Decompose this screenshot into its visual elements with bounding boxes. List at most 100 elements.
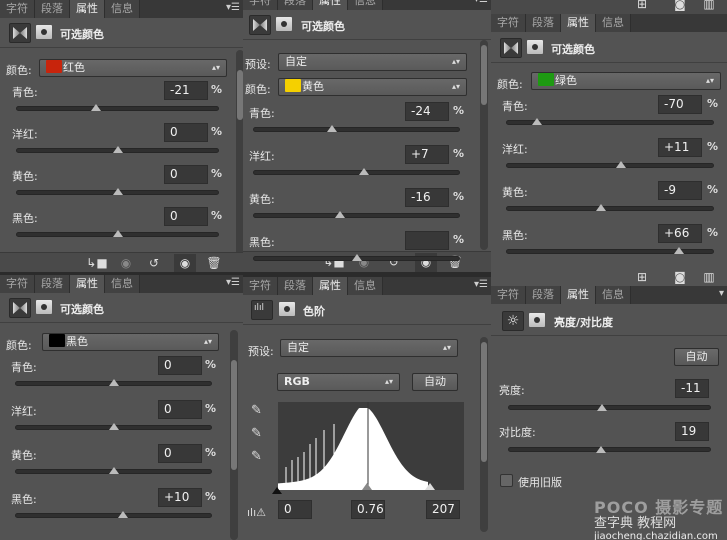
yellow-value-field[interactable]: -16 [405, 188, 449, 207]
magenta-slider-thumb[interactable] [108, 423, 119, 430]
clip-to-layer-icon[interactable]: ↳■ [86, 256, 108, 270]
mask-icon[interactable]: ◙ [669, 0, 691, 11]
black-value-field[interactable]: 0 [164, 207, 208, 226]
input-gamma-field[interactable]: 0.76 [351, 500, 385, 519]
tab-paragraph[interactable]: 段落 [278, 277, 313, 295]
trash-icon[interactable]: ▥ [698, 0, 720, 11]
layer-mask-icon[interactable] [527, 40, 543, 54]
yellow-value-field[interactable]: -9 [658, 181, 702, 200]
black-value-field[interactable]: +66 [658, 224, 702, 243]
cyan-value-field[interactable]: -24 [405, 102, 449, 121]
mask-icon[interactable]: ◙ [669, 270, 691, 284]
magenta-value-field[interactable]: 0 [164, 123, 208, 142]
magenta-slider[interactable] [253, 170, 460, 175]
layer-mask-icon[interactable] [36, 25, 52, 39]
new-layer-icon[interactable]: ⊞ [631, 270, 653, 284]
preset-select[interactable]: 自定 ▴▾ [280, 339, 458, 357]
tab-character[interactable]: 字符 [243, 277, 278, 295]
selective-color-icon[interactable] [9, 23, 31, 43]
selective-color-icon[interactable] [500, 38, 522, 58]
channel-select[interactable]: RGB ▴▾ [277, 373, 400, 391]
tab-info[interactable]: 信息 [105, 0, 140, 18]
scrollbar[interactable] [480, 40, 488, 250]
layer-mask-icon[interactable] [276, 17, 292, 31]
yellow-slider-thumb[interactable] [334, 211, 345, 218]
yellow-slider-thumb[interactable] [112, 188, 123, 195]
gamma-input-slider[interactable] [362, 483, 372, 490]
black-value-field[interactable] [405, 231, 449, 250]
tab-character[interactable]: 字符 [243, 0, 278, 10]
clipping-warning-icon[interactable]: ılı⚠ [247, 506, 266, 519]
cyan-slider[interactable] [16, 106, 219, 111]
trash-icon[interactable]: ▥ [698, 270, 720, 284]
contrast-slider[interactable] [508, 447, 711, 452]
layer-mask-icon[interactable] [36, 300, 52, 314]
tab-character[interactable]: 字符 [491, 14, 526, 32]
black-value-field[interactable]: +10 [158, 488, 202, 507]
cyan-value-field[interactable]: 0 [158, 356, 202, 375]
panel-menu-icon[interactable]: ▾☰ [474, 279, 488, 290]
tab-info[interactable]: 信息 [596, 14, 631, 32]
white-input-slider[interactable] [425, 483, 435, 490]
preset-select[interactable]: 自定 ▴▾ [278, 53, 467, 71]
yellow-slider[interactable] [253, 213, 460, 218]
black-slider-thumb[interactable] [112, 230, 123, 237]
levels-icon[interactable]: ılıl [251, 300, 273, 320]
yellow-slider-thumb[interactable] [108, 467, 119, 474]
tab-character[interactable]: 字符 [0, 0, 35, 18]
cyan-slider-thumb[interactable] [108, 379, 119, 386]
black-slider-thumb[interactable] [673, 247, 684, 254]
magenta-value-field[interactable]: +11 [658, 138, 702, 157]
auto-button[interactable]: 自动 [412, 373, 458, 391]
color-select[interactable]: 黑色 ▴▾ [42, 333, 219, 351]
yellow-value-field[interactable]: 0 [158, 444, 202, 463]
scrollbar[interactable] [236, 50, 243, 260]
panel-menu-icon[interactable]: ▾☰ [226, 2, 240, 13]
tab-properties[interactable]: 属性 [313, 0, 348, 10]
tab-properties[interactable]: 属性 [313, 277, 348, 295]
tab-info[interactable]: 信息 [596, 286, 631, 304]
contrast-slider-thumb[interactable] [596, 446, 607, 453]
panel-menu-icon[interactable]: ▾ [719, 288, 724, 299]
magenta-value-field[interactable]: 0 [158, 400, 202, 419]
magenta-slider-thumb[interactable] [616, 161, 627, 168]
tab-properties[interactable]: 属性 [561, 286, 596, 304]
layer-mask-icon[interactable] [529, 313, 545, 327]
tab-paragraph[interactable]: 段落 [526, 14, 561, 32]
trash-icon[interactable]: 🗑 [203, 256, 225, 270]
magenta-slider-thumb[interactable] [358, 168, 369, 175]
input-black-field[interactable]: 0 [278, 500, 312, 519]
new-layer-icon[interactable]: ⊞ [631, 0, 653, 11]
black-input-slider[interactable] [272, 487, 282, 494]
panel-menu-icon[interactable]: ▾☰ [474, 0, 488, 5]
tab-properties[interactable]: 属性 [70, 275, 105, 293]
brightness-field[interactable]: -11 [675, 379, 709, 398]
view-previous-icon[interactable]: ◉ [115, 256, 137, 270]
tab-paragraph[interactable]: 段落 [526, 286, 561, 304]
cyan-value-field[interactable]: -70 [658, 95, 702, 114]
visibility-eye-icon[interactable]: ◉ [174, 254, 196, 272]
scrollbar[interactable] [480, 337, 488, 532]
tab-paragraph[interactable]: 段落 [35, 275, 70, 293]
cyan-value-field[interactable]: -21 [164, 81, 208, 100]
tab-info[interactable]: 信息 [348, 277, 383, 295]
gray-point-eyedropper-icon[interactable]: ✎ [251, 426, 262, 441]
yellow-value-field[interactable]: 0 [164, 165, 208, 184]
color-select[interactable]: 红色 ▴▾ [39, 59, 227, 77]
cyan-slider-thumb[interactable] [91, 104, 102, 111]
black-slider-thumb[interactable] [118, 511, 129, 518]
black-point-eyedropper-icon[interactable]: ✎ [251, 403, 262, 418]
tab-character[interactable]: 字符 [491, 286, 526, 304]
cyan-slider-thumb[interactable] [326, 125, 337, 132]
auto-button[interactable]: 自动 [674, 348, 719, 366]
magenta-slider-thumb[interactable] [112, 146, 123, 153]
tab-paragraph[interactable]: 段落 [278, 0, 313, 10]
input-white-field[interactable]: 207 [426, 500, 460, 519]
use-legacy-checkbox[interactable] [500, 474, 513, 487]
reset-icon[interactable]: ↺ [143, 256, 165, 270]
cyan-slider[interactable] [253, 127, 460, 132]
brightness-slider[interactable] [508, 405, 711, 410]
yellow-slider[interactable] [506, 206, 714, 211]
panel-menu-icon[interactable]: ▾☰ [226, 277, 240, 288]
selective-color-icon[interactable] [9, 298, 31, 318]
